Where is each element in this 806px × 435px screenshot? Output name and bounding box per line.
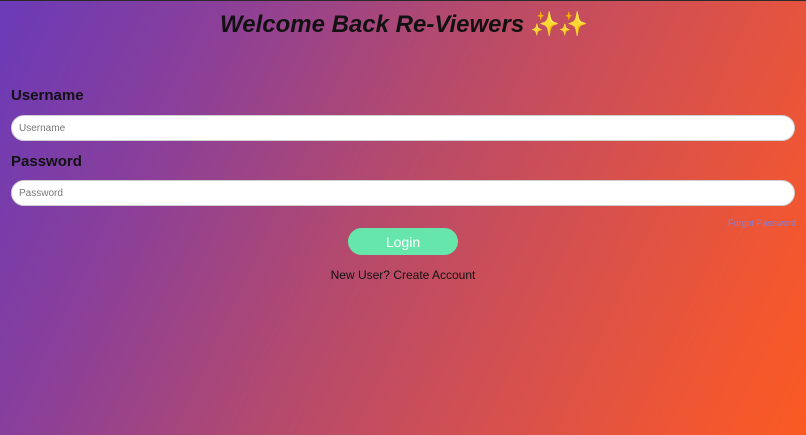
password-input[interactable]: [11, 180, 795, 206]
create-account-link[interactable]: Create Account: [393, 268, 475, 282]
sparkles-icon: ✨✨: [530, 11, 588, 38]
username-label: Username: [11, 87, 84, 104]
password-label: Password: [11, 153, 82, 170]
signup-prompt: New User? Create Account: [0, 268, 806, 282]
forgot-password-link[interactable]: Forgot Password: [728, 218, 796, 228]
login-button[interactable]: Login: [348, 228, 458, 255]
page-title-text: Welcome Back Re-Viewers: [220, 11, 525, 38]
page-title: Welcome Back Re-Viewers ✨✨: [0, 10, 806, 40]
signup-prompt-text: New User?: [330, 268, 390, 282]
username-input[interactable]: [11, 115, 795, 141]
